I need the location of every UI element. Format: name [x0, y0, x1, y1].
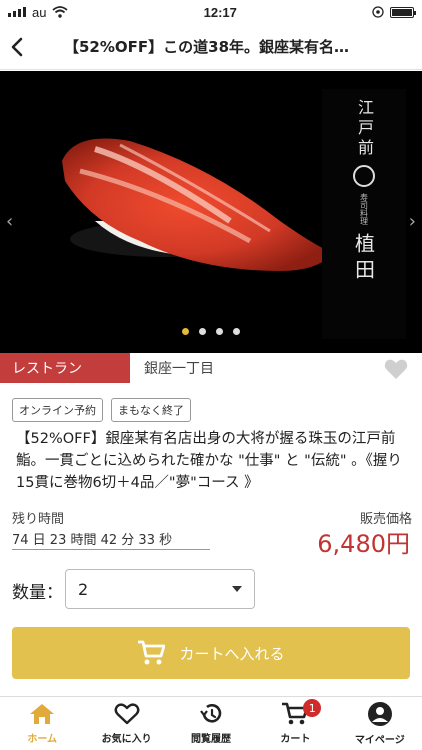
carousel-indicators: [0, 328, 422, 335]
category-row: レストラン 銀座一丁目: [0, 353, 422, 383]
tab-favorites[interactable]: お気に入り: [84, 697, 168, 750]
quantity-value: 2: [78, 579, 89, 599]
wifi-icon: [52, 6, 69, 18]
signal-icon: [8, 7, 26, 17]
dropdown-caret-icon: [232, 586, 242, 592]
location-icon: [372, 6, 384, 18]
carousel-prev-icon[interactable]: ‹: [6, 211, 13, 232]
badge-online-reservation: オンライン予約: [12, 398, 103, 422]
tab-history[interactable]: 閲覧履歴: [169, 697, 253, 750]
sign-text-small: 寿司料理: [359, 193, 369, 225]
tab-label: カート: [280, 734, 311, 745]
add-to-cart-label: カートへ入れる: [179, 644, 285, 663]
carousel-dot[interactable]: [216, 328, 223, 335]
page-title: 【52%OFF】この道38年。銀座某有名…: [64, 38, 350, 56]
history-icon: [200, 704, 222, 723]
tab-mypage[interactable]: マイページ: [338, 697, 422, 750]
cart-icon: [138, 640, 166, 665]
tab-home[interactable]: ホーム: [0, 697, 84, 750]
back-button[interactable]: [0, 24, 34, 70]
location-label: 銀座一丁目: [144, 361, 214, 377]
cart-count-badge: 1: [303, 699, 322, 717]
sign-text-top: 江戸前: [355, 99, 374, 159]
restaurant-sign: 江戸前 寿司料理 植田: [322, 89, 406, 339]
carousel-dot[interactable]: [182, 328, 189, 335]
chevron-left-icon: [11, 37, 23, 56]
battery-icon: [390, 6, 416, 18]
image-carousel[interactable]: 江戸前 寿司料理 植田 ‹ ›: [0, 71, 422, 353]
crest-icon: [353, 165, 375, 187]
tab-label: マイページ: [354, 735, 405, 746]
quantity-label: 数量：: [12, 583, 63, 603]
user-icon: [367, 702, 392, 726]
heart-icon: [114, 703, 140, 725]
tab-bar: ホーム お気に入り 閲覧履歴 1 カート マイページ: [0, 696, 422, 750]
clock: 12:17: [203, 4, 237, 20]
home-icon: [30, 704, 55, 724]
add-to-cart-button[interactable]: カートへ入れる: [12, 627, 410, 679]
sign-text-bottom: 植田: [351, 233, 376, 285]
time-left-value: 74 日 23 時間 42 分 33 秒: [12, 528, 210, 550]
badge-list: オンライン予約 まもなく終了: [12, 398, 191, 422]
tab-cart[interactable]: 1 カート: [253, 697, 337, 750]
quantity-select[interactable]: 2: [65, 569, 255, 609]
tab-label: 閲覧履歴: [191, 734, 232, 745]
nav-bar: 【52%OFF】この道38年。銀座某有名…: [0, 24, 422, 70]
category-label: レストラン: [0, 353, 130, 383]
item-description: 【52%OFF】銀座某有名店出身の大将が握る珠玉の江戸前鮨。一貫ごとに込められた…: [16, 431, 402, 491]
carousel-dot[interactable]: [233, 328, 240, 335]
time-left-label: 残り時間: [12, 512, 65, 527]
tab-label: ホーム: [27, 734, 58, 745]
carrier-label: au: [32, 4, 47, 20]
carousel-dot[interactable]: [199, 328, 206, 335]
badge-ending-soon: まもなく終了: [111, 398, 191, 422]
tab-label: お気に入り: [101, 734, 152, 745]
price-value: 6,480円: [317, 530, 410, 558]
favorite-heart-icon[interactable]: [384, 358, 408, 380]
carousel-next-icon[interactable]: ›: [409, 211, 416, 232]
status-bar: au 12:17: [0, 0, 422, 24]
